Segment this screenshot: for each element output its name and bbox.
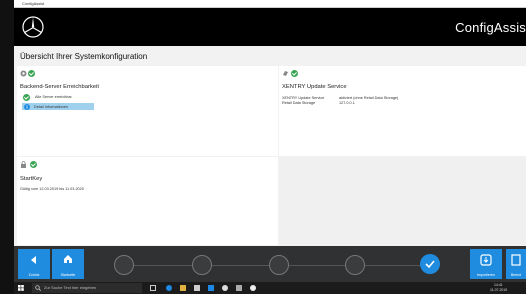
app-icon-2[interactable] [236,285,242,291]
detail-info-link[interactable]: Detail Informationen [22,103,94,110]
mail-icon[interactable] [208,285,214,291]
startkey-validity: Gültig vom 12.03.2019 bis 11.03.2020 [20,187,84,191]
status-ok-icon [291,70,298,77]
page-title: Übersicht Ihrer Systemkonfiguration [20,52,148,61]
clock-time: 14:41 [494,283,503,287]
xentry-value-1: aktiviert (ohne Retail Data Storage) [339,96,399,100]
file-explorer-icon[interactable] [180,285,186,291]
step-monitor-icon[interactable] [192,255,212,275]
store-icon[interactable] [194,285,200,291]
clock-date: 11.07.2019 [490,288,508,292]
step-complete-check-icon[interactable] [420,254,440,274]
search-icon [35,285,41,291]
exit-icon [511,254,521,266]
back-button[interactable]: Zurück [18,249,50,279]
mercedes-star-icon [22,16,44,38]
configassist-taskbar-icon[interactable] [250,285,256,291]
backend-title: Backend-Server Erreichbarkeit [20,84,99,90]
xentry-key-2: Retail Data Storage [282,101,316,105]
configassist-window: ConfigAssist ConfigAssis Übersicht Ihrer… [14,0,526,282]
app-header: ConfigAssis [14,8,526,46]
exit-label: Beend [510,273,522,277]
status-ok-icon [30,161,37,168]
edge-browser-icon[interactable] [166,285,172,291]
update-icon [283,71,288,76]
window-title: ConfigAssist [22,1,45,6]
step-lock-icon[interactable] [269,255,289,275]
home-button[interactable]: Startseite [52,249,84,279]
window-titlebar: ConfigAssist [14,0,526,8]
info-icon [24,103,30,110]
xentry-value-2: 127.0.0.1 [339,101,355,105]
exit-button[interactable]: Beend [506,249,526,279]
status-ok-icon [28,70,35,77]
empty-panel [279,157,526,245]
taskbar-search[interactable]: Zur Suche Text hier eingeben [32,283,142,293]
brand-name: ConfigAssis [455,20,526,35]
import-icon [480,254,492,266]
import-label: Importieren [477,273,495,277]
windows-taskbar: Zur Suche Text hier eingeben 14:41 11.07… [14,282,526,294]
step-document-icon[interactable] [114,255,134,275]
windows-start-icon[interactable] [18,285,24,291]
home-icon [64,255,72,263]
lock-icon [21,161,26,168]
search-placeholder: Zur Suche Text hier eingeben [44,285,97,290]
xentry-key-1: XENTRY Update Service [282,96,325,100]
import-button[interactable]: Importieren [470,249,502,279]
step-gear-icon[interactable] [345,255,365,275]
startkey-title: StartKey [20,176,43,182]
server-icon [20,70,27,77]
startkey-panel: StartKey Gültig vom 12.03.2019 bis 11.03… [17,157,278,245]
back-label: Zurück [28,273,40,277]
back-arrow-icon [31,256,36,264]
xentry-panel: XENTRY Update Service XENTRY Update Serv… [279,66,526,156]
status-ok-icon [23,94,30,101]
task-view-icon[interactable] [150,285,156,291]
home-label: Startseite [60,273,76,277]
detail-info-label: Detail Informationen [34,104,68,109]
check-icon [425,260,435,269]
backend-panel: Backend-Server Erreichbarkeit Alle Serve… [17,66,278,156]
app-icon[interactable] [222,285,228,291]
backend-status-text: Alle Server erreichbar [35,95,72,99]
xentry-title: XENTRY Update Service [282,84,347,90]
